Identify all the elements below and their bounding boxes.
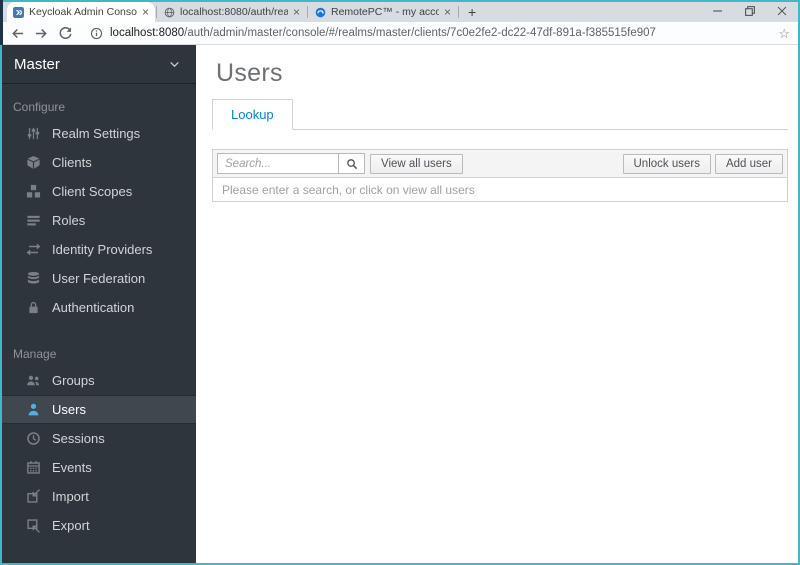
export-icon (26, 518, 41, 533)
sidebar-item-clients[interactable]: Clients (0, 148, 196, 177)
sidebar-item-label: Client Scopes (52, 184, 133, 199)
sidebar-item-label: Import (52, 489, 89, 504)
browser-tab-remotepc[interactable]: RemotePC™ - my account infor × (309, 2, 457, 22)
tab-strip: Lookup (212, 99, 788, 130)
sidebar-item-user-federation[interactable]: User Federation (0, 264, 196, 293)
sidebar: Master Configure Realm Settings Clients Cl… (0, 45, 196, 565)
sidebar-item-identity-providers[interactable]: Identity Providers (0, 235, 196, 264)
nav-section-configure: Realm Settings Clients Client Scopes Roles I… (0, 119, 196, 322)
unlock-users-button[interactable]: Unlock users (622, 153, 711, 174)
sidebar-item-users[interactable]: Users (0, 395, 196, 424)
url-field[interactable]: localhost:8080/auth/admin/master/console… (110, 27, 656, 39)
users-toolbar: View all users Unlock users Add user (213, 150, 787, 178)
browser-tab-keycloak[interactable]: Keycloak Admin Console × (7, 2, 155, 22)
new-tab-button[interactable]: + (468, 5, 476, 19)
window-close-button[interactable] (766, 0, 798, 22)
sidebar-item-label: Roles (52, 213, 86, 228)
tab-title: Keycloak Admin Console (29, 6, 137, 18)
main-content: Users Lookup View all users Unlock users… (196, 45, 800, 565)
page-info-icon[interactable] (90, 27, 103, 40)
window-border-top (0, 0, 800, 2)
sidebar-item-authentication[interactable]: Authentication (0, 293, 196, 322)
remotepc-favicon-icon (315, 7, 326, 18)
sidebar-item-label: User Federation (52, 271, 146, 286)
tab-close-icon[interactable]: × (293, 6, 300, 18)
sidebar-item-label: Users (52, 402, 86, 417)
search-button[interactable] (338, 153, 365, 174)
url-path: /auth/admin/master/console/#/realms/mast… (184, 27, 656, 39)
sidebar-item-roles[interactable]: Roles (0, 206, 196, 235)
sidebar-item-label: Authentication (52, 300, 135, 315)
sidebar-item-sessions[interactable]: Sessions (0, 424, 196, 453)
group-icon (26, 373, 41, 388)
window-controls (702, 0, 798, 22)
list-icon (26, 213, 41, 228)
browser-address-bar: localhost:8080/auth/admin/master/console… (0, 22, 800, 45)
tab-lookup[interactable]: Lookup (212, 99, 293, 130)
sidebar-item-client-scopes[interactable]: Client Scopes (0, 177, 196, 206)
cube-icon (26, 155, 41, 170)
window-border-left (0, 0, 2, 565)
sidebar-item-realm-settings[interactable]: Realm Settings (0, 119, 196, 148)
reload-icon[interactable] (58, 26, 73, 41)
add-user-button[interactable]: Add user (714, 153, 783, 174)
import-icon (26, 489, 41, 504)
back-icon[interactable] (10, 26, 25, 41)
sidebar-item-label: Identity Providers (52, 242, 153, 257)
nav-section-manage: Groups Users Sessions Events Import Export (0, 366, 196, 540)
sidebar-item-events[interactable]: Events (0, 453, 196, 482)
url-host: localhost:8080 (110, 27, 185, 39)
sidebar-item-label: Clients (52, 155, 92, 170)
sidebar-item-label: Realm Settings (52, 126, 141, 141)
realm-name: Master (14, 55, 60, 73)
sidebar-item-groups[interactable]: Groups (0, 366, 196, 395)
database-icon (26, 271, 41, 286)
lock-icon (26, 300, 41, 315)
tab-separator (156, 6, 157, 18)
forward-icon[interactable] (34, 26, 49, 41)
tab-title: localhost:8080/auth/realms/mast (180, 6, 288, 18)
users-panel: View all users Unlock users Add user Ple… (212, 149, 788, 202)
view-all-users-button[interactable]: View all users (370, 153, 463, 174)
sidebar-item-label: Export (52, 518, 90, 533)
user-icon (26, 402, 41, 417)
empty-search-message: Please enter a search, or click on view … (213, 178, 787, 201)
keycloak-favicon-icon (13, 6, 24, 18)
section-label-manage: Manage (13, 347, 57, 361)
section-label-configure: Configure (13, 100, 66, 114)
clock-icon (26, 431, 41, 446)
realm-selector[interactable]: Master (0, 45, 196, 84)
search-input[interactable] (217, 153, 339, 174)
tab-separator (458, 6, 459, 18)
cubes-icon (26, 184, 41, 199)
sidebar-item-export[interactable]: Export (0, 511, 196, 540)
chevron-down-icon (169, 59, 180, 70)
globe-favicon-icon (164, 7, 175, 18)
window-minimize-button[interactable] (702, 0, 734, 22)
sidebar-item-label: Sessions (52, 431, 105, 446)
sliders-icon (26, 126, 41, 141)
browser-tab-localhost[interactable]: localhost:8080/auth/realms/mast × (158, 2, 306, 22)
tab-separator (307, 6, 308, 18)
bookmark-star-icon[interactable]: ☆ (778, 27, 790, 40)
browser-tab-bar: Keycloak Admin Console × localhost:8080/… (0, 0, 800, 22)
exchange-icon (26, 242, 41, 257)
window-restore-button[interactable] (734, 0, 766, 22)
sidebar-item-import[interactable]: Import (0, 482, 196, 511)
keycloak-admin-page: Master Configure Realm Settings Clients Cl… (0, 45, 800, 565)
sidebar-item-label: Groups (52, 373, 95, 388)
tab-close-icon[interactable]: × (444, 6, 451, 18)
search-icon (346, 158, 358, 170)
sidebar-item-label: Events (52, 460, 92, 475)
window-corner-strip (0, 0, 3, 45)
tab-title: RemotePC™ - my account infor (331, 6, 439, 18)
page-title: Users (216, 59, 283, 87)
calendar-icon (26, 460, 41, 475)
tab-close-icon[interactable]: × (142, 6, 149, 18)
